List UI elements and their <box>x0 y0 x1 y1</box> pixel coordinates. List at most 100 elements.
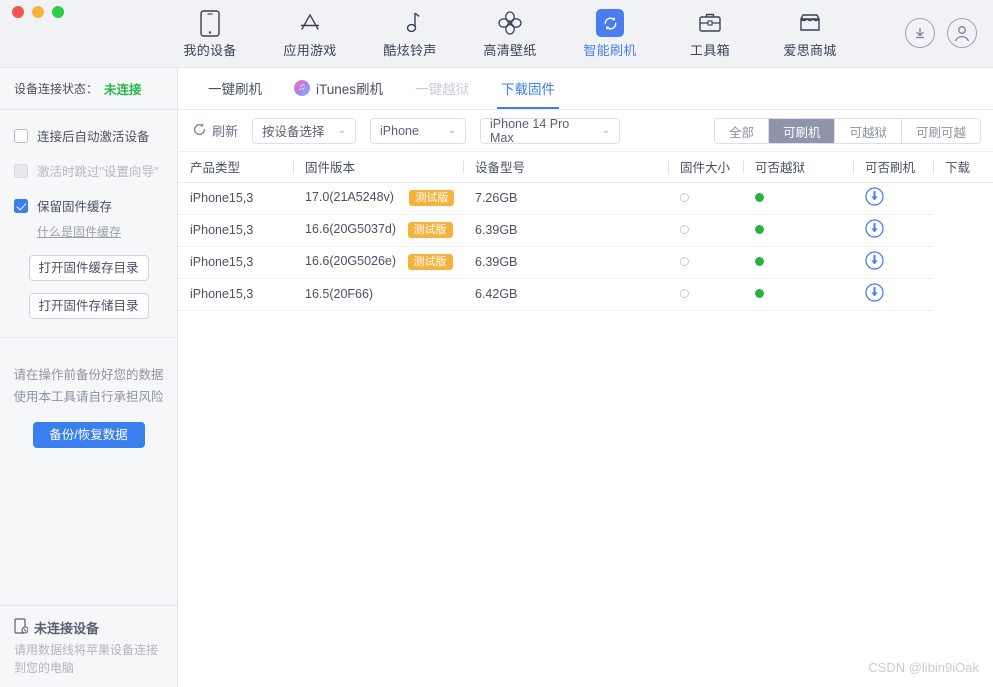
application-window: 我的设备 应用游戏 酷炫铃声 高清壁纸 智能刷机 工具箱 爱思商城 设备连接状态… <box>0 0 993 687</box>
refresh-sync-icon <box>596 9 624 37</box>
refresh-icon <box>192 122 207 140</box>
column-header-firmware-version[interactable]: 固件版本 <box>293 152 463 183</box>
nav-item-apps-games[interactable]: 应用游戏 <box>260 0 360 68</box>
user-circle-icon[interactable] <box>947 18 977 48</box>
tab-download-firmware[interactable]: 下载固件 <box>485 67 571 109</box>
content-tabs: 一键刷机 ♫ iTunes刷机 一键越狱 下载固件 <box>178 68 993 110</box>
download-circle-icon[interactable] <box>865 283 884 302</box>
cell-jailbreakable <box>668 182 743 215</box>
column-header-device-model[interactable]: 设备型号 <box>463 152 668 183</box>
window-controls <box>12 6 64 18</box>
status-no-icon <box>680 289 689 298</box>
segment-both[interactable]: 可刷可越 <box>901 119 980 143</box>
cell-product-type: iPhone15,3 <box>178 246 293 279</box>
segment-jailbreakable[interactable]: 可越狱 <box>835 119 902 143</box>
no-device-title: 未连接设备 <box>34 621 100 636</box>
watermark: CSDN @libin9iOak <box>868 660 979 675</box>
nav-item-store[interactable]: 爱思商城 <box>760 0 860 68</box>
select-model[interactable]: iPhone 14 Pro Max ⌄ <box>480 117 621 145</box>
top-right-actions <box>905 18 977 48</box>
tab-one-key-flash[interactable]: 一键刷机 <box>192 67 278 109</box>
checkbox-keep-firmware-cache[interactable] <box>14 198 28 213</box>
column-header-download[interactable]: 下载 <box>933 152 993 183</box>
flower-icon <box>496 9 524 37</box>
store-icon <box>797 9 823 37</box>
backup-warning-block: 请在操作前备份好您的数据 使用本工具请自行承担风险 备份/恢复数据 <box>0 338 177 448</box>
refresh-label: 刷新 <box>212 124 239 139</box>
status-no-icon <box>680 193 689 202</box>
cell-download <box>853 246 933 279</box>
close-button[interactable] <box>12 6 24 18</box>
cell-product-type: iPhone15,3 <box>178 182 293 215</box>
download-circle-icon[interactable] <box>865 187 884 206</box>
checkbox-auto-activate[interactable] <box>14 128 28 143</box>
cell-flashable <box>743 214 853 247</box>
select-by-device[interactable]: 按设备选择 ⌄ <box>252 117 357 144</box>
chevron-down-icon: ⌄ <box>447 125 457 136</box>
what-is-firmware-cache-link[interactable]: 什么是固件缓存 <box>37 225 121 239</box>
option-auto-activate[interactable]: 连接后自动激活设备 <box>14 126 177 145</box>
content-toolbar: 刷新 按设备选择 ⌄ iPhone ⌄ iPhone 14 Pro Max ⌄ … <box>178 110 993 152</box>
nav-item-toolbox[interactable]: 工具箱 <box>660 0 760 68</box>
nav-item-label: 爱思商城 <box>783 43 837 58</box>
open-firmware-cache-dir-button[interactable]: 打开固件缓存目录 <box>28 255 149 281</box>
refresh-button[interactable]: 刷新 <box>192 121 238 140</box>
status-yes-icon <box>755 225 764 234</box>
cell-firmware-size: 6.42GB <box>463 278 668 311</box>
tab-itunes-flash[interactable]: ♫ iTunes刷机 <box>278 67 399 109</box>
cell-flashable <box>743 278 853 311</box>
option-keep-firmware-cache[interactable]: 保留固件缓存 <box>14 196 177 215</box>
sidebar-options: 连接后自动激活设备 激活时跳过"设置向导" 保留固件缓存 什么是固件缓存 <box>0 110 177 241</box>
appstore-icon <box>297 9 323 37</box>
select-product-line[interactable]: iPhone ⌄ <box>370 117 467 144</box>
cell-firmware-size: 6.39GB <box>463 246 668 279</box>
status-value: 未连接 <box>104 83 142 97</box>
nav-item-my-device[interactable]: 我的设备 <box>160 0 260 68</box>
table-row[interactable]: iPhone15,3 16.5(20F66) 6.42GB <box>178 278 993 311</box>
column-header-firmware-size[interactable]: 固件大小 <box>668 152 743 183</box>
tab-one-key-jailbreak: 一键越狱 <box>399 67 485 109</box>
device-connection-status: 设备连接状态： 未连接 <box>0 68 177 110</box>
cell-jailbreakable <box>668 246 743 279</box>
table-row[interactable]: iPhone15,3 16.6(20G5037d) 测试版 6.39GB <box>178 214 993 247</box>
table-row[interactable]: iPhone15,3 17.0(21A5248v) 测试版 7.26GB <box>178 182 993 215</box>
table-row[interactable]: iPhone15,3 16.6(20G5026e) 测试版 6.39GB <box>178 246 993 279</box>
maximize-button[interactable] <box>52 6 64 18</box>
no-device-title-row: 未连接设备 <box>14 618 166 637</box>
download-circle-icon[interactable] <box>905 18 935 48</box>
nav-item-ringtones[interactable]: 酷炫铃声 <box>360 0 460 68</box>
tab-label: 一键刷机 <box>208 82 262 97</box>
segment-flashable[interactable]: 可刷机 <box>768 119 836 143</box>
chevron-down-icon: ⌄ <box>337 125 347 136</box>
cell-download <box>853 214 933 247</box>
nav-item-wallpapers[interactable]: 高清壁纸 <box>460 0 560 68</box>
open-firmware-storage-dir-button[interactable]: 打开固件存储目录 <box>28 293 149 319</box>
cell-firmware-size: 7.26GB <box>463 182 668 215</box>
warning-line: 使用本工具请自行承担风险 <box>13 390 164 404</box>
cell-firmware-size: 6.39GB <box>463 214 668 247</box>
cell-flashable <box>743 246 853 279</box>
sidebar-no-device-panel: 未连接设备 请用数据线将苹果设备连接到您的电脑 <box>0 605 178 687</box>
download-circle-icon[interactable] <box>865 219 884 238</box>
checkbox-skip-setup-wizard <box>14 163 28 178</box>
no-device-subtitle: 请用数据线将苹果设备连接到您的电脑 <box>14 643 159 675</box>
status-label: 设备连接状态： <box>14 82 99 96</box>
option-label: 保留固件缓存 <box>37 200 113 214</box>
status-no-icon <box>680 225 689 234</box>
column-header-jailbreakable[interactable]: 可否越狱 <box>743 152 853 183</box>
minimize-button[interactable] <box>32 6 44 18</box>
column-header-product-type[interactable]: 产品类型 <box>178 152 293 183</box>
toolbox-icon <box>697 9 723 37</box>
cell-jailbreakable <box>668 278 743 311</box>
music-note-icon <box>400 9 420 37</box>
nav-item-smart-flash[interactable]: 智能刷机 <box>560 0 660 68</box>
top-navigation-bar: 我的设备 应用游戏 酷炫铃声 高清壁纸 智能刷机 工具箱 爱思商城 <box>0 0 993 68</box>
backup-restore-button[interactable]: 备份/恢复数据 <box>32 422 145 448</box>
table-body: iPhone15,3 17.0(21A5248v) 测试版 7.26GB iPh… <box>178 182 993 311</box>
download-circle-icon[interactable] <box>865 251 884 270</box>
warning-line: 请在操作前备份好您的数据 <box>13 368 164 382</box>
device-disconnected-icon <box>14 618 29 637</box>
segment-all[interactable]: 全部 <box>714 119 769 143</box>
column-header-flashable[interactable]: 可否刷机 <box>853 152 933 183</box>
beta-badge: 测试版 <box>407 253 453 271</box>
